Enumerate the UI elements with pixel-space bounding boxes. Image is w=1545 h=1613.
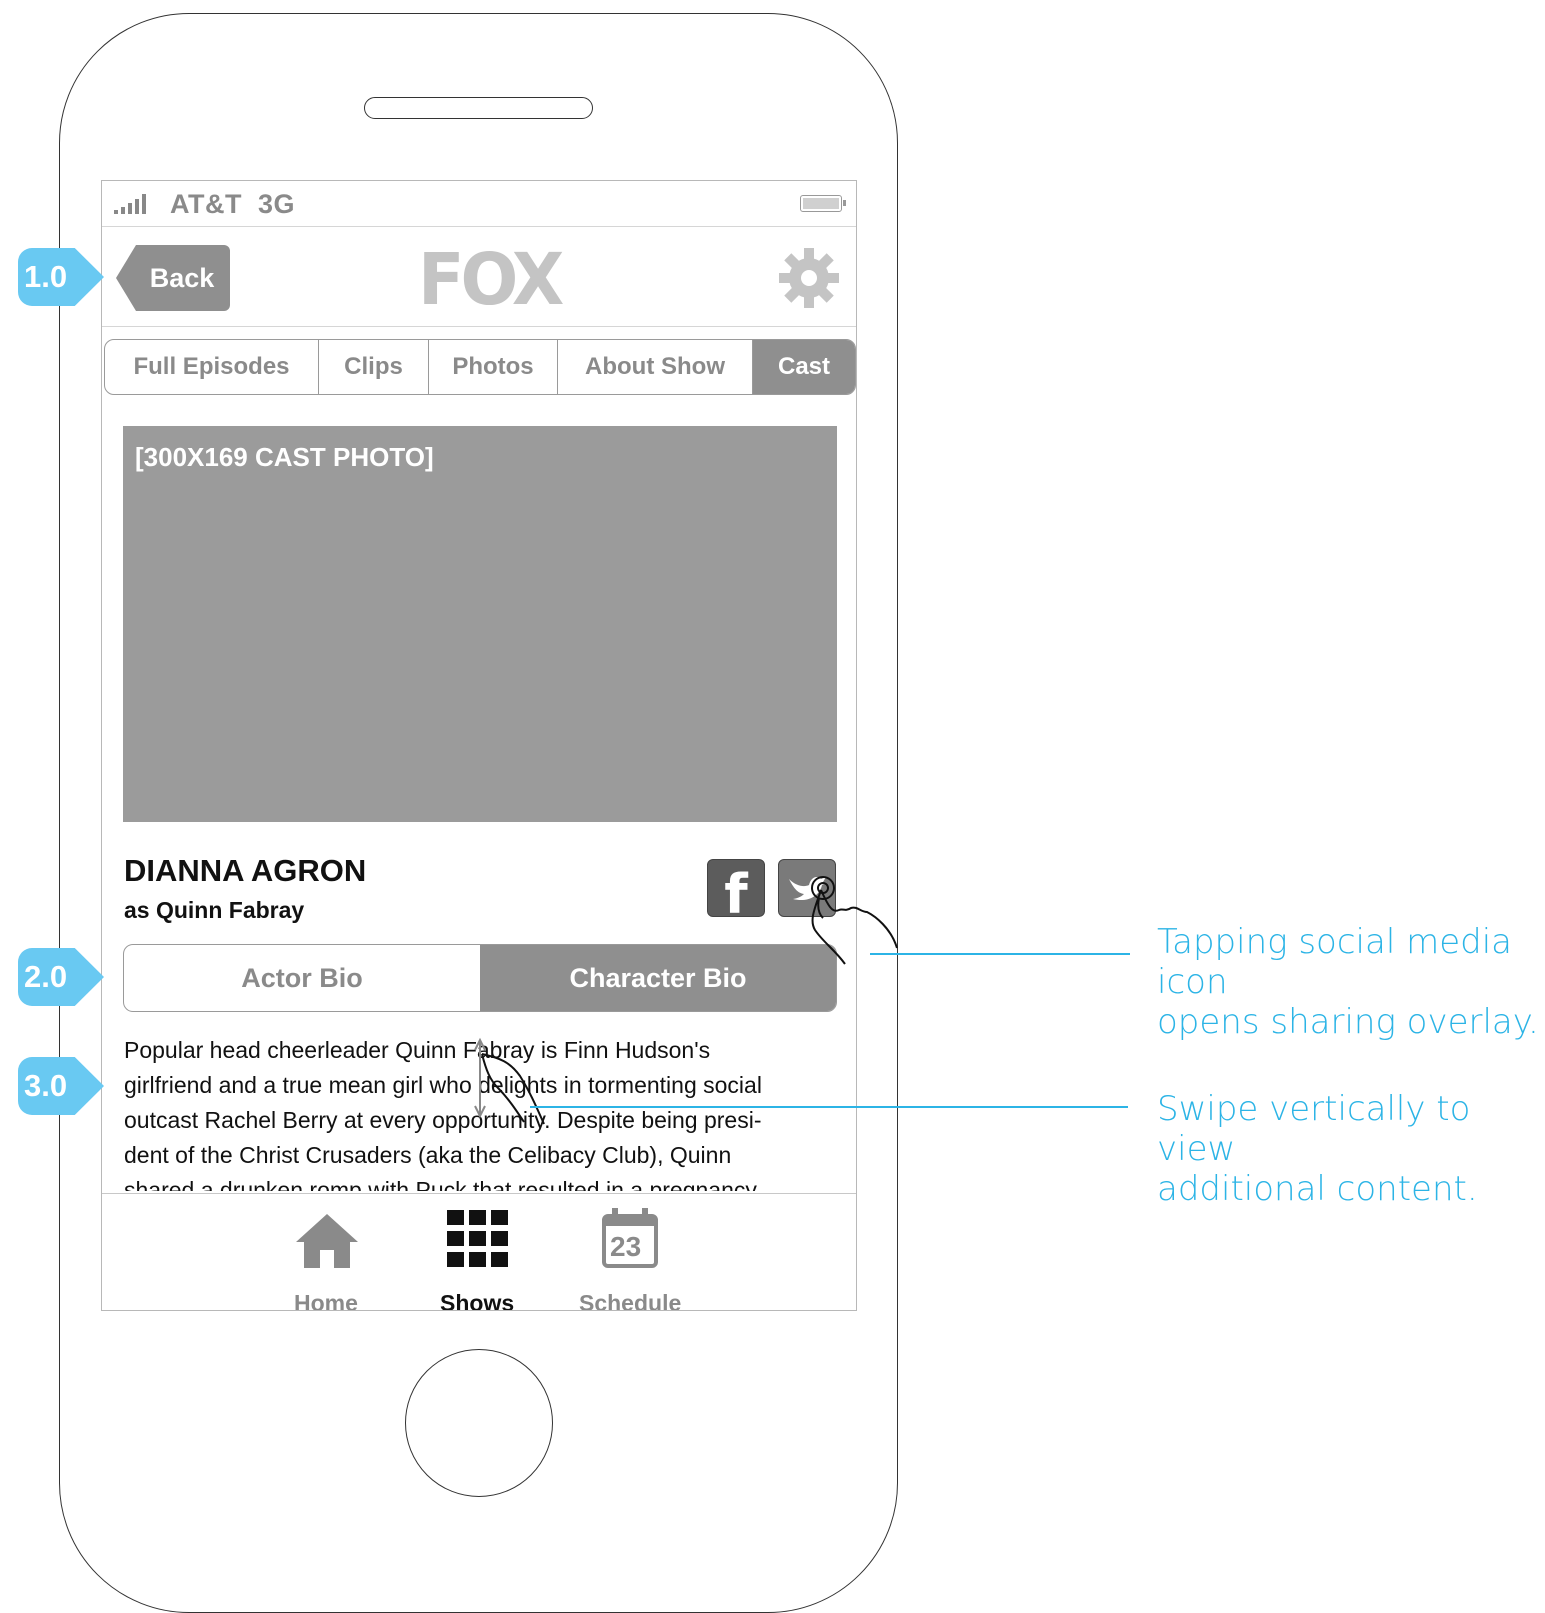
battery-icon xyxy=(800,195,846,212)
annotation-line-swipe xyxy=(530,1106,1128,1108)
show-tabs: Full Episodes Clips Photos About Show Ca… xyxy=(104,339,856,395)
annotation-line-social xyxy=(870,953,1130,955)
phone-home-button[interactable] xyxy=(405,1349,553,1497)
calendar-day: 23 xyxy=(610,1231,642,1262)
app-screen: AT&T 3G Back FOX Full Episodes Clips Pho… xyxy=(101,180,857,1311)
cast-name: DIANNA AGRON xyxy=(124,853,367,888)
bottom-tab-bar: Home Shows 23 Schedule xyxy=(102,1193,856,1311)
tab-schedule-label: Schedule xyxy=(579,1290,682,1311)
note-line: additional content. xyxy=(1157,1169,1478,1209)
tab-about-show[interactable]: About Show xyxy=(558,340,753,394)
gear-icon[interactable] xyxy=(778,247,840,309)
note-line: opens sharing overlay. xyxy=(1157,1002,1539,1042)
home-icon xyxy=(296,1214,358,1268)
tab-full-episodes[interactable]: Full Episodes xyxy=(105,340,319,394)
cast-role: as Quinn Fabray xyxy=(124,897,305,923)
annotation-note-swipe: Swipe vertically to view additional cont… xyxy=(1157,1089,1545,1209)
note-line: Swipe vertically to view xyxy=(1157,1089,1471,1169)
tab-home-label: Home xyxy=(294,1290,358,1311)
annotation-note-social: Tapping social media icon opens sharing … xyxy=(1157,922,1545,1042)
tap-gesture-icon xyxy=(811,876,898,965)
cast-photo: [300X169 CAST PHOTO] xyxy=(123,426,837,822)
character-bio-button[interactable]: Character Bio xyxy=(480,945,836,1011)
back-button[interactable]: Back xyxy=(116,245,230,311)
phone-speaker xyxy=(364,97,593,119)
tab-clips[interactable]: Clips xyxy=(319,340,429,394)
tab-cast[interactable]: Cast xyxy=(753,340,855,394)
grid-icon xyxy=(447,1210,508,1267)
bio-line: dent of the Christ Crusaders (aka the Ce… xyxy=(124,1142,732,1168)
tab-photos[interactable]: Photos xyxy=(429,340,558,394)
actor-bio-button[interactable]: Actor Bio xyxy=(124,945,480,1011)
carrier-label: AT&T 3G xyxy=(170,189,296,219)
app-header: Back FOX xyxy=(102,227,856,327)
signal-icon xyxy=(114,194,160,214)
facebook-button[interactable]: f xyxy=(707,859,765,917)
note-line: Tapping social media icon xyxy=(1157,922,1512,1002)
tab-shows[interactable]: Shows xyxy=(432,1204,532,1311)
tab-shows-label: Shows xyxy=(440,1290,515,1311)
tab-schedule[interactable]: 23 Schedule xyxy=(572,1204,692,1311)
status-bar: AT&T 3G xyxy=(102,181,856,227)
facebook-icon: f xyxy=(724,862,748,917)
swipe-gesture-icon xyxy=(474,1037,545,1125)
cast-photo-placeholder: [300X169 CAST PHOTO] xyxy=(135,442,434,472)
bio-toggle: Actor Bio Character Bio xyxy=(123,944,837,1012)
bio-line: shared a drunken romp with Puck that res… xyxy=(124,1177,762,1191)
fox-logo: FOX xyxy=(418,239,564,322)
tab-home[interactable]: Home xyxy=(282,1204,372,1311)
